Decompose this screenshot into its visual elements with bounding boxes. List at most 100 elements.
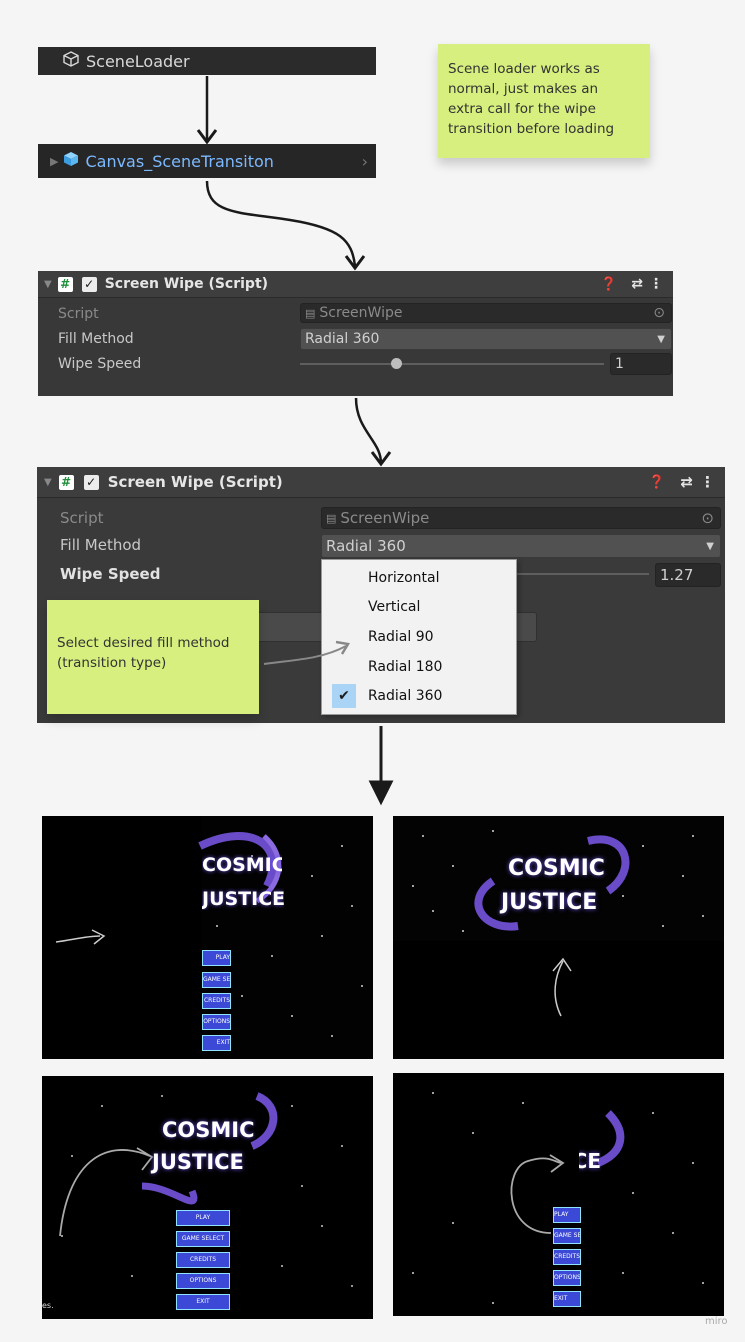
script-value: ScreenWipe — [340, 509, 430, 527]
foldout-arrow-icon[interactable]: ▼ — [44, 279, 52, 290]
fill-method-label: Fill Method — [60, 536, 142, 554]
script-row: Script — [60, 507, 104, 529]
menu-options-label: OPTIONS — [554, 1274, 581, 1281]
foldout-arrow-icon[interactable]: ▼ — [44, 477, 52, 488]
object-picker-icon[interactable]: ⊙ — [653, 305, 665, 321]
logo-cosmic: COSMIC — [508, 856, 605, 881]
presets-icon[interactable]: ⇄ — [631, 276, 643, 292]
script-label: Script — [58, 306, 99, 322]
sticky-note-bottom-text: Select desired fill method (transition t… — [57, 635, 230, 671]
script-hash-icon: # — [58, 474, 74, 490]
dropdown-arrow-icon: ▼ — [657, 333, 665, 345]
transition-screenshot-1: COSMIC JUSTICE PLAY GAME SELECT CREDITS … — [42, 816, 373, 1059]
fill-method-value: Radial 360 — [305, 331, 380, 347]
script-file-icon: ▤ — [326, 511, 337, 525]
logo-cosmic: COSMIC — [162, 1118, 255, 1142]
script-value: ScreenWipe — [319, 305, 403, 321]
wipe-speed-value: 1.27 — [660, 566, 694, 584]
menu-exit[interactable]: EXIT — [176, 1294, 230, 1310]
logo-cosmic: COSMIC — [202, 854, 282, 876]
enabled-checkbox[interactable]: ✓ — [81, 276, 97, 292]
help-icon[interactable]: ❓ — [649, 475, 665, 490]
component-header[interactable]: ▼ # ✓ Screen Wipe (Script) ❓ ⇄ ⋮ — [37, 467, 725, 498]
screen-wipe-component-1: ▼ # ✓ Screen Wipe (Script) ❓ ⇄ ⋮ Script … — [38, 271, 673, 396]
script-row: Script — [58, 303, 99, 325]
component-header[interactable]: ▼ # ✓ Screen Wipe (Script) ❓ ⇄ ⋮ — [38, 271, 673, 298]
menu-options[interactable]: OPTIONS — [553, 1270, 581, 1286]
menu-exit[interactable]: EXIT — [202, 1035, 231, 1051]
logo-justice: JUSTICE — [501, 890, 598, 915]
option-label: Radial 90 — [368, 628, 434, 645]
enabled-checkbox[interactable]: ✓ — [83, 474, 99, 490]
menu-game-select[interactable]: GAME SELECT — [176, 1231, 230, 1247]
component-title: Screen Wipe (Script) — [104, 276, 269, 292]
menu-play-label: PLAY — [215, 954, 230, 961]
menu-play[interactable]: PLAY — [553, 1207, 581, 1223]
menu-game-select[interactable]: GAME SELECT — [553, 1228, 581, 1244]
fill-method-row: Fill Method — [60, 534, 141, 556]
wipe-speed-slider-handle[interactable] — [391, 358, 402, 369]
fill-method-label: Fill Method — [58, 331, 134, 347]
menu-game-select-label: GAME SELECT — [554, 1232, 581, 1239]
wipe-speed-row: Wipe Speed — [60, 563, 160, 585]
menu-exit-label: EXIT — [216, 1039, 230, 1046]
menu-credits-label: CREDITS — [554, 1253, 581, 1260]
wipe-speed-label: Wipe Speed — [60, 565, 161, 583]
menu-credits[interactable]: CREDITS — [202, 993, 231, 1009]
fill-method-value: Radial 360 — [326, 537, 406, 555]
menu-options-label: OPTIONS — [189, 1277, 217, 1284]
wipe-speed-slider-track[interactable] — [300, 363, 604, 365]
fill-method-dropdown[interactable]: Radial 360 ▼ — [321, 534, 721, 558]
arrow-dropdown-to-screens — [368, 726, 394, 806]
object-picker-icon[interactable]: ⊙ — [701, 509, 714, 527]
script-field: ▤ ScreenWipe ⊙ — [300, 303, 672, 323]
checkmark-icon: ✔ — [332, 684, 356, 709]
wipe-speed-value: 1 — [615, 356, 624, 372]
starfield — [393, 816, 724, 1017]
logo-justice: JUSTICE — [152, 1150, 244, 1174]
kebab-menu-icon[interactable]: ⋮ — [649, 276, 663, 292]
logo-justice: JUSTICE — [579, 1149, 601, 1173]
option-label: Radial 180 — [368, 658, 443, 675]
menu-credits-label: CREDITS — [203, 997, 230, 1004]
option-label: Horizontal — [368, 569, 440, 586]
wipe-speed-input[interactable]: 1.27 — [655, 563, 721, 587]
help-icon[interactable]: ❓ — [601, 277, 617, 292]
dropdown-arrow-icon: ▼ — [706, 540, 714, 552]
menu-credits[interactable]: CREDITS — [176, 1252, 230, 1268]
option-label: Vertical — [368, 599, 421, 616]
menu-options[interactable]: OPTIONS — [176, 1273, 230, 1289]
menu-exit-label: EXIT — [196, 1298, 210, 1305]
menu-game-select[interactable]: GAME SELECT — [202, 972, 231, 988]
arrow-component-to-dropdown — [354, 397, 392, 467]
script-hash-icon: # — [57, 276, 73, 292]
logo-justice: JUSTICE — [202, 888, 284, 910]
miro-watermark: miro — [705, 1316, 728, 1327]
option-horizontal[interactable]: Horizontal — [322, 563, 516, 593]
menu-exit-label: EXIT — [554, 1295, 568, 1302]
menu-play-label: PLAY — [195, 1214, 211, 1221]
transition-screenshot-2: COSMIC JUSTICE — [393, 816, 724, 1059]
script-label: Script — [60, 509, 104, 527]
menu-credits[interactable]: CREDITS — [553, 1249, 581, 1265]
arrow-loader-to-canvas — [196, 76, 218, 145]
menu-play-label: PLAY — [554, 1211, 569, 1218]
script-file-icon: ▤ — [305, 306, 316, 320]
menu-exit[interactable]: EXIT — [553, 1291, 581, 1307]
menu-game-select-label: GAME SELECT — [181, 1235, 225, 1242]
presets-icon[interactable]: ⇄ — [680, 473, 693, 491]
menu-options[interactable]: OPTIONS — [202, 1014, 231, 1030]
menu-play[interactable]: PLAY — [202, 950, 231, 966]
option-vertical[interactable]: Vertical — [322, 593, 516, 623]
menu-play[interactable]: PLAY — [176, 1210, 230, 1226]
kebab-menu-icon[interactable]: ⋮ — [700, 473, 715, 491]
option-radial-360[interactable]: ✔ Radial 360 — [322, 681, 516, 711]
fill-method-dropdown[interactable]: Radial 360 ▼ — [300, 328, 672, 350]
wipe-speed-input[interactable]: 1 — [610, 353, 672, 375]
transition-screenshot-3: es. COSMIC JUSTICE PLAY GAME SELECT CRED… — [42, 1076, 373, 1319]
arrow-canvas-to-component — [205, 180, 366, 271]
sticky-note-bottom[interactable]: Select desired fill method (transition t… — [47, 600, 259, 714]
wipe-speed-slider-track[interactable] — [517, 573, 649, 575]
pointer-arrow — [263, 640, 351, 665]
wipe-speed-row: Wipe Speed — [58, 353, 141, 375]
